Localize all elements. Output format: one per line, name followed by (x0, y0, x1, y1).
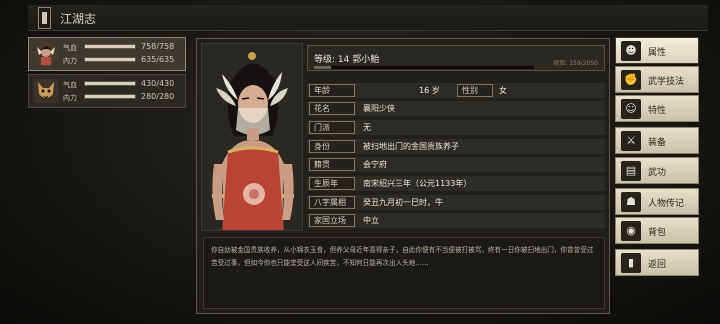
return-icon: ▮ (621, 253, 641, 273)
level-header: 等级: 14 郭小鲐 经验: 159/2050 (307, 45, 605, 71)
member-2-mp-label: 内力 (63, 94, 77, 102)
member-2-portrait-icon (34, 79, 58, 103)
trait-icon: ☺ (621, 99, 641, 119)
exp-bar (314, 66, 534, 69)
menu-label-traits: 特性 (648, 106, 667, 116)
field-row-age: 年龄 16 岁 性别 女 (307, 83, 605, 98)
member-2-hp-label: 气血 (63, 81, 77, 89)
member-2-mp-bar (84, 94, 136, 99)
menu-label-kungfu: 武功 (648, 168, 667, 178)
hometown-label: 籍贯 (309, 158, 355, 171)
menu-label-equipment: 装备 (648, 138, 667, 148)
sect-label: 门派 (309, 121, 355, 134)
field-row-stance: 家国立场 中立 (307, 213, 605, 228)
menu-button-biography[interactable]: ☗ 人物传记 (615, 188, 699, 215)
birth-year-value: 南宋绍兴三年（公元1133年） (363, 179, 472, 188)
character-description: 你自幼被金国贵族收养，从小锦衣玉食，但养父母近年喜得亲子，自此你便有不当便被打被… (203, 237, 605, 309)
field-row-sect: 门派 无 (307, 120, 605, 135)
menu-button-kungfu[interactable]: ▤ 武功 (615, 157, 699, 184)
age-value: 16 岁 (419, 86, 440, 95)
hometown-value: 会宁府 (363, 160, 387, 169)
member-2-hp-value: 430/430 (141, 79, 175, 88)
member-1-mp-value: 635/635 (141, 55, 175, 64)
page-title: 江湖志 (60, 12, 97, 26)
menu-label-bag: 背包 (648, 228, 667, 238)
title-bar: 江湖志 (28, 5, 708, 31)
journal-icon (38, 7, 51, 29)
identity-value: 被扫地出门的金国贵族养子 (363, 142, 459, 151)
member-1-portrait-icon (34, 42, 58, 66)
party-member-1[interactable]: 气血 758/758 内力 635/635 (28, 37, 186, 71)
menu-button-martial-skills[interactable]: ✊ 武学技法 (615, 66, 699, 93)
exp-text: 经验: 159/2050 (553, 60, 598, 67)
game-screen: 江湖志 气血 758/758 内力 635/635 气血 430/430 内力 … (0, 0, 720, 324)
sword-icon: ⚔ (621, 131, 641, 151)
person-icon: ☻ (621, 41, 641, 61)
character-portrait (201, 43, 303, 231)
field-row-hometown: 籍贯 会宁府 (307, 157, 605, 172)
menu-button-bag[interactable]: ◉ 背包 (615, 217, 699, 244)
bag-icon: ◉ (621, 221, 641, 241)
member-2-hp-bar (84, 81, 136, 86)
field-row-nickname: 花名 襄阳少侠 (307, 101, 605, 116)
stance-label: 家国立场 (309, 214, 355, 227)
biography-icon: ☗ (621, 192, 641, 212)
nickname-label: 花名 (309, 102, 355, 115)
identity-label: 身份 (309, 140, 355, 153)
menu-label-return: 返回 (648, 260, 667, 270)
field-row-birth-year: 生辰年 南宋绍兴三年（公元1133年） (307, 176, 605, 191)
member-1-mp-label: 内力 (63, 57, 77, 65)
gender-label: 性别 (457, 84, 493, 97)
member-1-hp-value: 758/758 (141, 42, 175, 51)
level-name-text: 等级: 14 郭小鲐 (314, 55, 380, 65)
sect-value: 无 (363, 123, 371, 132)
character-illustration (202, 44, 302, 230)
party-member-2[interactable]: 气血 430/430 内力 280/280 (28, 74, 186, 108)
member-1-mp-bar (84, 57, 136, 62)
field-row-identity: 身份 被扫地出门的金国贵族养子 (307, 139, 605, 154)
member-1-hp-bar (84, 44, 136, 49)
menu-label-attributes: 属性 (648, 48, 667, 58)
menu-button-return[interactable]: ▮ 返回 (615, 249, 699, 276)
stance-value: 中立 (363, 216, 379, 225)
age-label: 年龄 (309, 84, 355, 97)
menu-button-equipment[interactable]: ⚔ 装备 (615, 127, 699, 154)
birth-year-label: 生辰年 (309, 177, 355, 190)
gender-value: 女 (499, 86, 507, 95)
martial-icon: ✊ (621, 70, 641, 90)
menu-label-martial-skills: 武学技法 (648, 77, 685, 87)
field-row-horoscope: 八字属相 癸丑九月初一巳时，牛 (307, 195, 605, 210)
member-1-hp-label: 气血 (63, 44, 77, 52)
member-2-mp-value: 280/280 (141, 92, 175, 101)
horoscope-value: 癸丑九月初一巳时，牛 (363, 198, 443, 207)
character-info-panel: 等级: 14 郭小鲐 经验: 159/2050 年龄 16 岁 性别 女 花名 … (196, 38, 610, 314)
horoscope-label: 八字属相 (309, 196, 355, 209)
menu-label-biography: 人物传记 (648, 199, 685, 209)
menu-button-traits[interactable]: ☺ 特性 (615, 95, 699, 122)
menu-button-attributes[interactable]: ☻ 属性 (615, 37, 699, 64)
kungfu-icon: ▤ (621, 161, 641, 181)
nickname-value: 襄阳少侠 (363, 104, 395, 113)
